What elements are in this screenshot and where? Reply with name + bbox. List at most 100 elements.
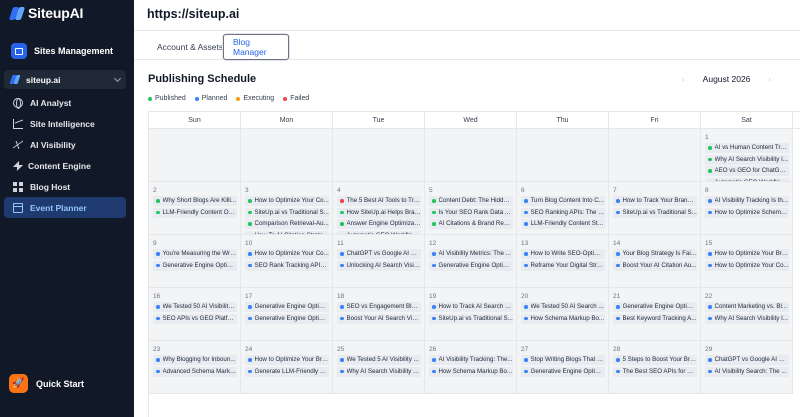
calendar-event[interactable]: AI vs Human Content Tru... (705, 143, 789, 153)
calendar-day-cell[interactable]: 19 How to Track AI Search V... SiteUp.ai v… (425, 288, 517, 341)
calendar-event[interactable]: LLM-Friendly Content Stra... (521, 219, 605, 229)
calendar-event[interactable]: Unlocking AI Search Visib... (337, 260, 421, 271)
calendar-event[interactable]: How to Optimize Your Co... (245, 249, 329, 259)
calendar-event[interactable]: Answer Engine Optimizati... (337, 219, 421, 229)
calendar-event[interactable]: SEO Rank Tracking APIs ... (245, 260, 329, 271)
sidebar-item-ai-visibility[interactable]: AI Visibility (4, 134, 126, 155)
calendar-day-cell[interactable]: 25 We Tested 5 AI Visibility ... Why AI Se… (333, 341, 425, 394)
calendar-event[interactable]: We Tested 5 AI Visibility ... (337, 355, 421, 365)
calendar-day-cell[interactable]: 4 The 5 Best AI Tools to Tra... How SiteUp… (333, 182, 425, 235)
calendar-event[interactable]: SiteUp.ai vs Traditional S... (245, 207, 329, 218)
calendar-day-cell[interactable]: 15 How to Optimize Your Bra... How to Opti… (701, 235, 793, 288)
calendar-day-cell[interactable]: 5 Content Debt: The Hidden... Is Your SEO … (425, 182, 517, 235)
calendar-event[interactable]: How to Write SEO-Optimi... (521, 249, 605, 259)
calendar-event[interactable]: We Tested 50 AI Visibility ... (153, 302, 237, 312)
calendar-day-cell[interactable]: 29 ChatGPT vs Google AI Ov... AI Visibilit… (701, 341, 793, 394)
calendar-day-cell[interactable]: 13 How to Write SEO-Optimi... Reframe Your… (517, 235, 609, 288)
calendar-event[interactable]: SEO APIs vs GEO Platfor... (153, 313, 237, 324)
calendar-day-cell[interactable]: 6 Turn Blog Content Into C... SEO Ranking … (517, 182, 609, 235)
calendar-event[interactable]: Turn Blog Content Into C... (521, 196, 605, 206)
calendar-event[interactable]: SiteUp.ai vs Traditional S... (429, 313, 513, 324)
calendar-event[interactable]: Advanced Schema Marku... (153, 366, 237, 377)
sidebar-item-ai-analyst[interactable]: AI Analyst (4, 92, 126, 113)
calendar-event[interactable]: How to Optimize Your Bra... (245, 355, 329, 365)
calendar-day-cell[interactable]: 10 How to Optimize Your Co... SEO Rank Tra… (241, 235, 333, 288)
calendar-event[interactable]: The 5 Best AI Tools to Tra... (337, 196, 421, 206)
calendar-event[interactable]: We Tested 50 AI Search ... (521, 302, 605, 312)
tab-blog-manager[interactable]: Blog Manager (223, 34, 289, 60)
calendar-event[interactable]: How SiteUp.ai Helps Bran... (337, 207, 421, 218)
calendar-event[interactable]: SiteUp.ai vs Traditional S... (613, 207, 697, 218)
site-selector[interactable]: siteup.ai (4, 70, 126, 89)
sites-management[interactable]: Sites Management (11, 43, 113, 59)
calendar-event[interactable]: Generative Engine Optimi... (245, 313, 329, 324)
calendar-event[interactable]: AI Visibility Search: The ... (705, 366, 789, 377)
calendar-day-cell[interactable]: 26 AI Visibility Tracking: The... How Sche… (425, 341, 517, 394)
calendar-event[interactable]: SEO vs Engagement Blog... (337, 302, 421, 312)
calendar-event[interactable]: Reframe Your Digital Stra... (521, 260, 605, 271)
calendar-event[interactable]: Content Debt: The Hidden... (429, 196, 513, 206)
calendar-event[interactable]: Why AI Search Visibility I... (705, 313, 789, 324)
calendar-event[interactable]: Boost Your AI Search Visi... (337, 313, 421, 324)
calendar-day-cell[interactable]: 3 How to Optimize Your Co... SiteUp.ai vs … (241, 182, 333, 235)
calendar-event[interactable]: Generative Engine Optimi... (521, 366, 605, 377)
calendar-event[interactable]: Why AI Search Visibility T... (337, 366, 421, 377)
calendar-event[interactable]: ChatGPT vs Google AI Ov... (705, 355, 789, 365)
calendar-event[interactable]: Generative Engine Optimi... (153, 260, 237, 271)
calendar-day-cell[interactable]: 7 How to Track Your Brand ... SiteUp.ai vs… (609, 182, 701, 235)
calendar-event[interactable]: How to Track AI Search V... (429, 302, 513, 312)
calendar-event[interactable]: Generative Engine Optimi... (429, 260, 513, 271)
calendar-day-cell[interactable]: 22 Content Marketing vs. Bl... Why AI Sear… (701, 288, 793, 341)
calendar-event[interactable]: 5 Steps to Boost Your Bra... (613, 355, 697, 365)
calendar-event[interactable]: How to Optimize Schema... (705, 207, 789, 218)
calendar-event[interactable]: Your Blog Strategy Is Faili... (613, 249, 697, 259)
calendar-event[interactable]: Generative Engine Optimi... (245, 302, 329, 312)
calendar-event[interactable]: Why Short Blogs Are Killi... (153, 196, 237, 206)
tab-account-assets[interactable]: Account & Assets (148, 34, 232, 60)
calendar-day-cell[interactable]: 28 5 Steps to Boost Your Bra... The Best S… (609, 341, 701, 394)
calendar-event[interactable]: Why Blogging for Inboun... (153, 355, 237, 365)
calendar-day-cell[interactable]: 12 AI Visibility Metrics: The ... Generati… (425, 235, 517, 288)
prev-month-button[interactable]: ‹ (682, 75, 685, 84)
calendar-day-cell[interactable]: 11 ChatGPT vs Google AI Br... Unlocking AI… (333, 235, 425, 288)
logo[interactable]: SiteupAI (8, 4, 83, 22)
calendar-event[interactable]: The Best SEO APIs for AI ... (613, 366, 697, 377)
calendar-event[interactable]: LLM-Friendly Content Opt... (153, 207, 237, 218)
calendar-event[interactable]: Why AI Search Visibility I... (705, 154, 789, 165)
calendar-day-cell[interactable]: 17 Generative Engine Optimi... Generative … (241, 288, 333, 341)
calendar-day-cell[interactable]: 18 SEO vs Engagement Blog... Boost Your AI… (333, 288, 425, 341)
calendar-event[interactable]: Generative Engine Optimi... (613, 302, 697, 312)
sidebar-item-content-engine[interactable]: Content Engine (4, 155, 126, 176)
calendar-event[interactable]: How Schema Markup Bo... (429, 366, 513, 377)
calendar-event[interactable]: SEO Ranking APIs: The Hi... (521, 207, 605, 218)
calendar-event[interactable]: AI Visibility Metrics: The ... (429, 249, 513, 259)
calendar-day-cell[interactable]: 21 Generative Engine Optimi... Best Keywor… (609, 288, 701, 341)
calendar-day-cell[interactable]: 20 We Tested 50 AI Search ... How Schema M… (517, 288, 609, 341)
quick-start-button[interactable]: 🚀 Quick Start (9, 374, 84, 393)
calendar-day-cell[interactable]: 27 Stop Writing Blogs That N... Generative… (517, 341, 609, 394)
calendar-event[interactable]: AEO vs GEO for ChatGPT ... (705, 166, 789, 176)
calendar-event[interactable]: Generate LLM-Friendly M... (245, 366, 329, 377)
calendar-event[interactable]: Boost Your AI Citation Au... (613, 260, 697, 271)
calendar-event[interactable]: AI Visibility Tracking: The... (429, 355, 513, 365)
calendar-event[interactable]: ChatGPT vs Google AI Br... (337, 249, 421, 259)
calendar-event[interactable]: How Schema Markup Bo... (521, 313, 605, 324)
calendar-day-cell[interactable]: 8 AI Visibility Tracking Is th... How to O… (701, 182, 793, 235)
calendar-event[interactable]: How to Optimize Your Co... (245, 196, 329, 206)
calendar-day-cell[interactable]: 9 You're Measuring the Wro... Generative E… (149, 235, 241, 288)
calendar-day-cell[interactable]: 24 How to Optimize Your Bra... Generate LL… (241, 341, 333, 394)
calendar-event[interactable]: AI Citations & Brand Reco... (429, 219, 513, 229)
calendar-event[interactable]: Content Marketing vs. Bl... (705, 302, 789, 312)
calendar-event[interactable]: Stop Writing Blogs That N... (521, 355, 605, 365)
calendar-day-cell[interactable]: 23 Why Blogging for Inboun... Advanced Sch… (149, 341, 241, 394)
calendar-day-cell[interactable]: 14 Your Blog Strategy Is Faili... Boost Yo… (609, 235, 701, 288)
calendar-event[interactable]: How to Track Your Brand ... (613, 196, 697, 206)
calendar-event[interactable]: How to Optimize Your Co... (705, 260, 789, 271)
calendar-event[interactable]: You're Measuring the Wro... (153, 249, 237, 259)
calendar-event[interactable]: Best Keyword Tracking A... (613, 313, 697, 324)
sidebar-item-blog-host[interactable]: Blog Host (4, 176, 126, 197)
calendar-event[interactable]: How to Optimize Your Bra... (705, 249, 789, 259)
sidebar-item-event-planner[interactable]: Event Planner (4, 197, 126, 218)
calendar-event[interactable]: Comparison Retrieval-Au... (245, 219, 329, 229)
next-month-button[interactable]: › (768, 75, 771, 84)
